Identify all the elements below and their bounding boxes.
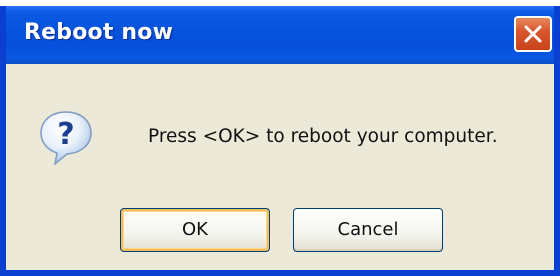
ok-button[interactable]: OK xyxy=(120,208,270,252)
dialog-title: Reboot now xyxy=(24,20,174,45)
question-icon: ? xyxy=(40,111,92,166)
svg-text:?: ? xyxy=(57,117,74,152)
title-bar[interactable]: Reboot now xyxy=(6,6,554,64)
cancel-button[interactable]: Cancel xyxy=(293,208,443,252)
close-icon xyxy=(524,25,542,43)
close-button[interactable] xyxy=(514,16,552,52)
reboot-dialog: Reboot now ? Press <OK> to reboot your c… xyxy=(0,6,560,276)
message-text: Press <OK> to reboot your computer. xyxy=(148,126,498,147)
dialog-body: ? Press <OK> to reboot your computer. OK… xyxy=(6,64,554,270)
